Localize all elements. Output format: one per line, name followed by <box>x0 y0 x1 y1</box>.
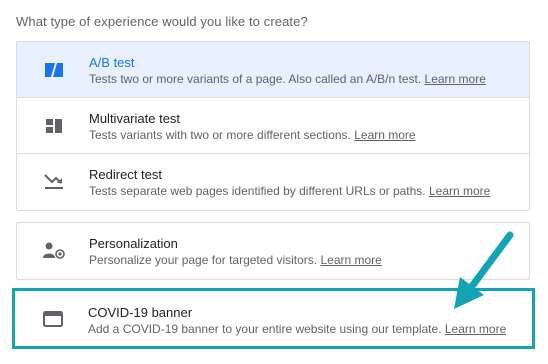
learn-more-link[interactable]: Learn more <box>429 184 490 198</box>
option-description: Tests variants with two or more differen… <box>89 128 416 142</box>
option-redirect-test[interactable]: Redirect test Tests separate web pages i… <box>17 154 529 210</box>
option-title: Multivariate test <box>89 111 181 126</box>
option-description: Tests two or more variants of a page. Al… <box>89 72 486 86</box>
pointer-arrow-icon <box>454 231 514 309</box>
multivariate-icon <box>43 115 65 137</box>
test-options-group: A/B test Tests two or more variants of a… <box>16 41 530 211</box>
option-title: A/B test <box>89 55 135 70</box>
learn-more-link[interactable]: Learn more <box>425 72 486 86</box>
personalization-icon <box>43 240 65 262</box>
option-description: Personalize your page for targeted visit… <box>89 253 382 267</box>
option-multivariate-test[interactable]: Multivariate test Tests variants with tw… <box>17 98 529 154</box>
learn-more-link[interactable]: Learn more <box>445 322 506 336</box>
option-description: Tests separate web pages identified by d… <box>89 184 491 198</box>
option-ab-test[interactable]: A/B test Tests two or more variants of a… <box>17 42 529 98</box>
option-title: Personalization <box>89 236 178 251</box>
banner-icon <box>42 308 64 330</box>
learn-more-link[interactable]: Learn more <box>320 253 381 267</box>
option-description: Add a COVID-19 banner to your entire web… <box>88 322 507 336</box>
page-prompt: What type of experience would you like t… <box>16 14 308 29</box>
option-title: Redirect test <box>89 167 162 182</box>
option-title: COVID-19 banner <box>88 305 193 320</box>
learn-more-link[interactable]: Learn more <box>354 128 415 142</box>
ab-test-icon <box>43 59 65 81</box>
redirect-icon <box>43 171 65 193</box>
